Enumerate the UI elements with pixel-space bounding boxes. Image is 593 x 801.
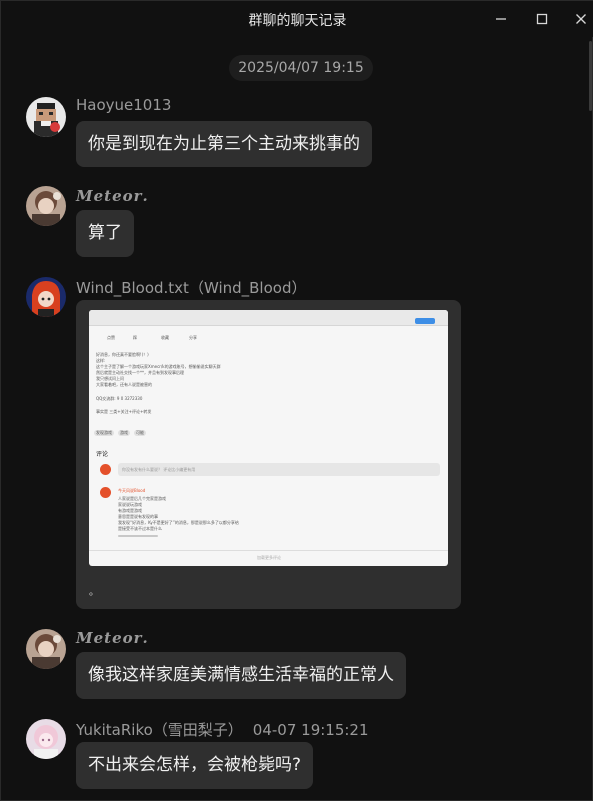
screenshot-tag-label: 游戏 <box>120 430 128 435</box>
chat-history-window: 群聊的聊天记录 2025/04/07 19:15 Haoyue1013 你是到现… <box>0 0 593 801</box>
screenshot-user-avatar <box>100 464 111 475</box>
screenshot-load-more: 加载更多评论 <box>257 555 281 560</box>
screenshot-text-line: QQ交流群: 9 0 3272330 <box>96 396 143 401</box>
sender-name: 𝑴𝒆𝒕𝒆𝒐𝒓. <box>76 187 149 205</box>
message-bubble[interactable]: 不出来会怎样，会被枪毙吗? <box>76 742 314 789</box>
screenshot-text-line: 大家看着吧，还有人说是被害的 <box>96 382 152 387</box>
minimize-icon <box>496 18 506 20</box>
screenshot-toolbar-favorite: 收藏 <box>161 335 169 340</box>
sender-name: YukitaRiko（雪田梨子） 04-07 19:15:21 <box>76 719 369 740</box>
message-bubble[interactable]: 你是到现在为止第三个主动来挑事的 <box>76 121 372 167</box>
sender-name: 𝑴𝒆𝒕𝒆𝒐𝒓. <box>76 629 149 647</box>
message-bubble[interactable]: 算了 <box>76 210 134 257</box>
scrollbar[interactable] <box>589 41 592 111</box>
screenshot-reply-avatar <box>100 487 111 498</box>
close-button[interactable] <box>567 7 593 31</box>
shared-screenshot-image[interactable]: 点赞 踩 收藏 分享 好消息，你还真不要脸啊!(！) 这样: 这个主子是了解一个… <box>89 310 448 566</box>
minimize-button[interactable] <box>487 7 515 31</box>
message-time: 04-07 19:15:21 <box>252 721 369 739</box>
screenshot-toolbar-share: 分享 <box>189 335 197 340</box>
pixel-avatar-icon[interactable] <box>26 97 66 137</box>
message-bubble[interactable]: 像我这样家庭美满情感生活幸福的正常人 <box>76 652 406 699</box>
browser-toolbar <box>89 310 448 326</box>
screenshot-toolbar-dislike: 踩 <box>133 335 137 340</box>
screenshot-reply-name: 今天风说Blood <box>118 488 146 493</box>
pink-hair-avatar-icon[interactable] <box>26 719 66 759</box>
screenshot-reply-actions <box>118 535 158 537</box>
screenshot-comments-heading: 评论 <box>96 451 109 458</box>
screenshot-tag-label: 发现游戏 <box>96 430 112 435</box>
screenshot-blue-button <box>415 318 435 324</box>
anime-avatar-icon[interactable] <box>26 186 66 226</box>
title-bar: 群聊的聊天记录 <box>1 1 593 37</box>
screenshot-reply-line: 是接受不该不过本是什么 <box>118 526 162 531</box>
anime-avatar-icon[interactable] <box>26 629 66 669</box>
close-icon <box>576 14 586 24</box>
sender-name-text: YukitaRiko（雪田梨子） <box>76 721 243 739</box>
screenshot-toolbar-like: 点赞 <box>107 335 115 340</box>
maximize-button[interactable] <box>528 7 556 31</box>
screenshot-tag-label: 可能 <box>136 430 144 435</box>
red-hair-avatar-icon[interactable] <box>26 277 66 317</box>
image-caption: 。 <box>89 587 99 598</box>
screenshot-comment-placeholder: 你没有发有什么要说？ 评论比小编更有用 <box>122 467 196 472</box>
image-message-bubble[interactable]: 点赞 踩 收藏 分享 好消息，你还真不要脸啊!(！) 这样: 这个主子是了解一个… <box>76 300 461 609</box>
screenshot-text-line: 事实是 三类+关注+评论+转发 <box>96 409 152 414</box>
date-separator: 2025/04/07 19:15 <box>229 55 373 81</box>
sender-name: Haoyue1013 <box>76 96 172 114</box>
screenshot-divider <box>89 550 448 551</box>
sender-name: Wind_Blood.txt（Wind_Blood） <box>76 279 307 297</box>
maximize-icon <box>536 13 548 25</box>
